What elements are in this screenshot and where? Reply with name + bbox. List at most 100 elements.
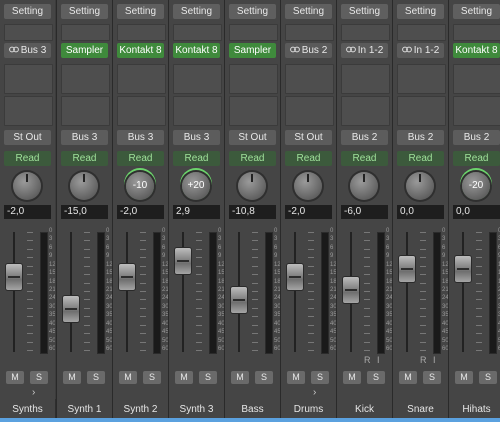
pan-knob[interactable] (294, 172, 322, 200)
output-button[interactable]: Bus 3 (117, 130, 164, 145)
mute-button[interactable]: M (63, 371, 81, 384)
output-button[interactable]: Bus 2 (341, 130, 388, 145)
insert-slot-area[interactable] (341, 64, 390, 94)
volume-fader[interactable] (231, 287, 247, 313)
mute-button[interactable]: M (399, 371, 417, 384)
volume-fader[interactable] (6, 264, 22, 290)
solo-button[interactable]: S (311, 371, 329, 384)
mute-button[interactable]: M (343, 371, 361, 384)
record-input-buttons[interactable]: R I (420, 355, 442, 365)
setting-button[interactable]: Setting (285, 4, 332, 19)
input-slot-button[interactable]: Sampler (229, 43, 276, 58)
solo-button[interactable]: S (143, 371, 161, 384)
send-slot-area[interactable] (341, 96, 390, 126)
plugin-slot-area[interactable] (453, 24, 500, 41)
automation-mode-button[interactable]: Read (4, 151, 51, 166)
track-name[interactable]: Synth 3 (169, 404, 224, 415)
insert-slot-area[interactable] (397, 64, 446, 94)
send-slot-area[interactable] (453, 96, 500, 126)
mute-button[interactable]: M (6, 371, 24, 384)
automation-mode-button[interactable]: Read (397, 151, 444, 166)
output-button[interactable]: St Out (229, 130, 276, 145)
send-slot-area[interactable] (229, 96, 278, 126)
plugin-slot-area[interactable] (4, 24, 53, 41)
input-slot-button[interactable]: Kontakt 8 (173, 43, 220, 58)
record-input-buttons[interactable]: R I (364, 355, 386, 365)
volume-fader[interactable] (175, 248, 191, 274)
setting-button[interactable]: Setting (453, 4, 500, 19)
plugin-slot-area[interactable] (229, 24, 278, 41)
track-name[interactable]: Bass (225, 404, 280, 415)
volume-fader[interactable] (287, 264, 303, 290)
solo-button[interactable]: S (423, 371, 441, 384)
mute-button[interactable]: M (231, 371, 249, 384)
track-name[interactable]: Hihats (449, 404, 500, 415)
input-slot-button[interactable]: In 1-2 (341, 43, 388, 58)
track-name[interactable]: Synth 1 (57, 404, 112, 415)
output-button[interactable]: St Out (4, 130, 51, 145)
setting-button[interactable]: Setting (61, 4, 108, 19)
setting-button[interactable]: Setting (4, 4, 51, 19)
track-name[interactable]: Synths (0, 404, 55, 415)
input-slot-button[interactable]: In 1-2 (397, 43, 444, 58)
plugin-slot-area[interactable] (397, 24, 446, 41)
volume-fader[interactable] (455, 256, 471, 282)
send-slot-area[interactable] (397, 96, 446, 126)
output-button[interactable]: St Out (285, 130, 332, 145)
pan-knob[interactable]: -20 (462, 172, 490, 200)
folder-chevron-icon[interactable]: › (313, 387, 316, 398)
setting-button[interactable]: Setting (229, 4, 276, 19)
pan-knob[interactable] (13, 172, 41, 200)
automation-mode-button[interactable]: Read (453, 151, 500, 166)
plugin-slot-area[interactable] (61, 24, 110, 41)
track-name[interactable]: Synth 2 (113, 404, 168, 415)
mute-button[interactable]: M (287, 371, 305, 384)
track-name[interactable]: Kick (337, 404, 392, 415)
setting-button[interactable]: Setting (397, 4, 444, 19)
plugin-slot-area[interactable] (173, 24, 222, 41)
folder-chevron-icon[interactable]: › (32, 387, 35, 398)
output-button[interactable]: Bus 3 (61, 130, 108, 145)
input-slot-button[interactable]: Sampler (61, 43, 108, 58)
input-slot-button[interactable]: Kontakt 8 (117, 43, 164, 58)
track-name[interactable]: Drums (281, 404, 336, 415)
pan-knob[interactable] (238, 172, 266, 200)
pan-knob[interactable]: +20 (182, 172, 210, 200)
input-slot-button[interactable]: Kontakt 8 (453, 43, 500, 58)
output-button[interactable]: Bus 3 (173, 130, 220, 145)
plugin-slot-area[interactable] (285, 24, 334, 41)
mute-button[interactable]: M (455, 371, 473, 384)
volume-fader[interactable] (119, 264, 135, 290)
send-slot-area[interactable] (4, 96, 53, 126)
insert-slot-area[interactable] (453, 64, 500, 94)
output-button[interactable]: Bus 2 (397, 130, 444, 145)
solo-button[interactable]: S (479, 371, 497, 384)
mute-button[interactable]: M (119, 371, 137, 384)
mute-button[interactable]: M (175, 371, 193, 384)
setting-button[interactable]: Setting (173, 4, 220, 19)
automation-mode-button[interactable]: Read (61, 151, 108, 166)
pan-knob[interactable] (350, 172, 378, 200)
output-button[interactable]: Bus 2 (453, 130, 500, 145)
pan-knob[interactable] (406, 172, 434, 200)
automation-mode-button[interactable]: Read (341, 151, 388, 166)
send-slot-area[interactable] (61, 96, 110, 126)
insert-slot-area[interactable] (61, 64, 110, 94)
insert-slot-area[interactable] (173, 64, 222, 94)
solo-button[interactable]: S (199, 371, 217, 384)
volume-fader[interactable] (399, 256, 415, 282)
solo-button[interactable]: S (30, 371, 48, 384)
solo-button[interactable]: S (255, 371, 273, 384)
insert-slot-area[interactable] (117, 64, 166, 94)
solo-button[interactable]: S (367, 371, 385, 384)
input-slot-button[interactable]: Bus 2 (285, 43, 332, 58)
volume-fader[interactable] (343, 277, 359, 303)
automation-mode-button[interactable]: Read (173, 151, 220, 166)
automation-mode-button[interactable]: Read (285, 151, 332, 166)
setting-button[interactable]: Setting (117, 4, 164, 19)
automation-mode-button[interactable]: Read (117, 151, 164, 166)
pan-knob[interactable] (70, 172, 98, 200)
insert-slot-area[interactable] (229, 64, 278, 94)
send-slot-area[interactable] (173, 96, 222, 126)
track-name[interactable]: Snare (393, 404, 448, 415)
